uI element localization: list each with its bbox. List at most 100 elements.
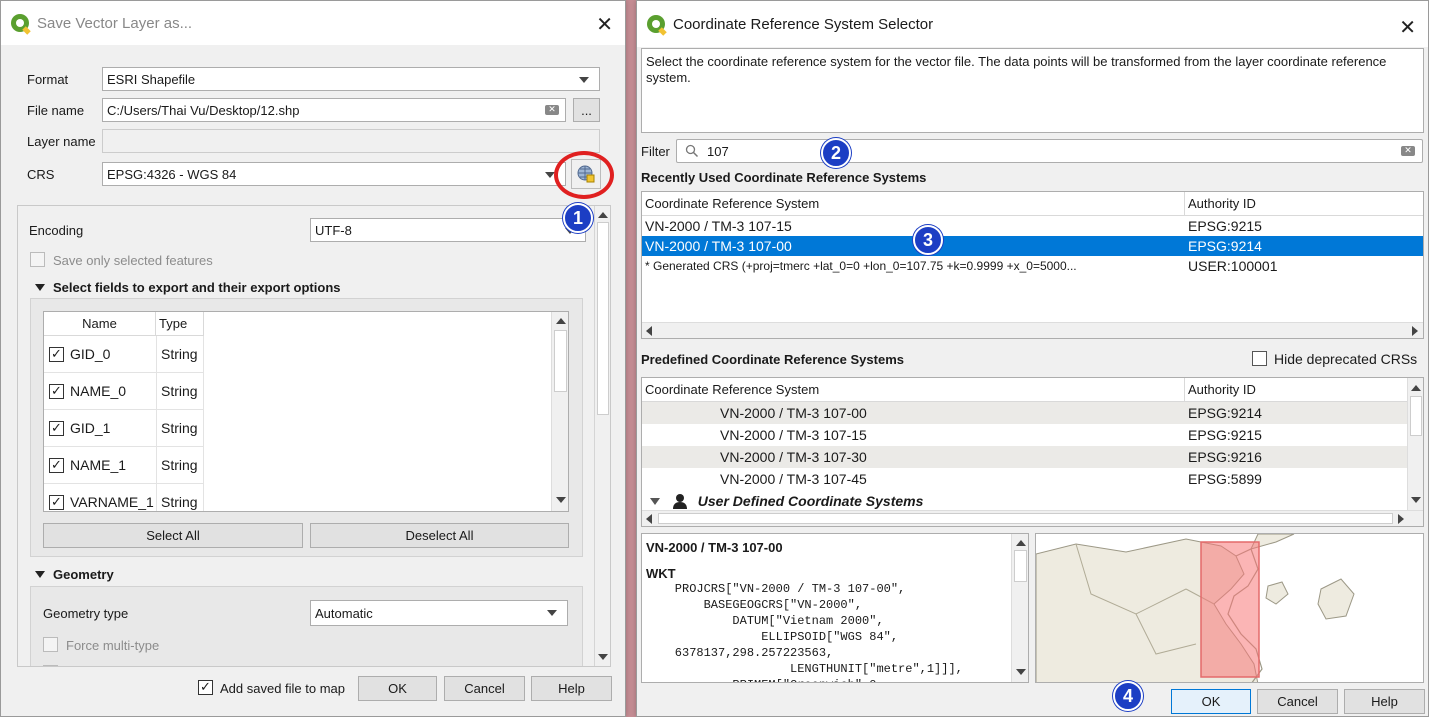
predefined-crs-row[interactable]: VN-2000 / TM-3 107-00 EPSG:9214 [642, 402, 1407, 424]
scroll-thumb[interactable] [554, 330, 567, 392]
user-defined-group-cell: User Defined Coordinate Systems [650, 490, 923, 512]
recent-header-crs[interactable]: Coordinate Reference System [642, 192, 1185, 216]
force-multi-checkbox[interactable] [43, 637, 58, 652]
field-type: String [156, 484, 204, 511]
wkt-scrollbar[interactable] [1011, 534, 1028, 682]
save-cancel-button[interactable]: Cancel [444, 676, 525, 701]
scroll-left-icon[interactable] [646, 514, 652, 524]
field-row[interactable]: ✓ GID_0 String [44, 336, 204, 373]
browse-button[interactable]: ... [573, 98, 600, 122]
clear-filter-icon[interactable]: ✕ [1401, 146, 1415, 156]
field-type: String [156, 373, 204, 410]
predefined-hscrollbar[interactable] [642, 510, 1423, 526]
scroll-right-icon[interactable] [1412, 326, 1418, 336]
format-value: ESRI Shapefile [107, 71, 196, 87]
crs-extent-map[interactable] [1035, 533, 1424, 683]
format-select[interactable]: ESRI Shapefile [102, 67, 600, 91]
predefined-table-header: Coordinate Reference System Authority ID [642, 378, 1423, 402]
scroll-left-icon[interactable] [646, 326, 652, 336]
crs-select[interactable]: EPSG:4326 - WGS 84 [102, 162, 566, 186]
field-name: NAME_0 [70, 383, 127, 399]
field-checkbox[interactable]: ✓ [49, 347, 64, 362]
save-help-button[interactable]: Help [531, 676, 612, 701]
clear-filename-icon[interactable]: ✕ [545, 105, 559, 115]
save-dialog-close-icon[interactable]: ✕ [596, 12, 613, 36]
scroll-up-icon[interactable] [598, 212, 608, 218]
fields-table-header: Name Type [44, 312, 204, 336]
crs-cancel-button[interactable]: Cancel [1257, 689, 1338, 714]
save-ok-button[interactable]: OK [358, 676, 437, 701]
scroll-thumb[interactable] [597, 222, 609, 415]
recent-crs-row[interactable]: VN-2000 / TM-3 107-00 EPSG:9214 [642, 236, 1423, 256]
scroll-down-icon[interactable] [556, 497, 566, 503]
scroll-thumb[interactable] [658, 513, 1393, 524]
deselect-all-button[interactable]: Deselect All [310, 523, 569, 548]
scroll-up-icon[interactable] [556, 318, 566, 324]
format-label: Format [27, 72, 69, 87]
scroll-down-icon[interactable] [1016, 669, 1026, 675]
scroll-right-icon[interactable] [1398, 514, 1404, 524]
recent-crs-name: VN-2000 / TM-3 107-00 [645, 238, 792, 254]
predefined-crs-row[interactable]: VN-2000 / TM-3 107-15 EPSG:9215 [642, 424, 1407, 446]
field-row[interactable]: ✓ NAME_1 String [44, 447, 204, 484]
scroll-thumb[interactable] [1014, 550, 1027, 582]
wkt-line: LENGTHUNIT["metre",1]]], [646, 662, 963, 676]
options-scrollbar[interactable] [594, 206, 610, 666]
scroll-down-icon[interactable] [1411, 497, 1421, 503]
scroll-thumb[interactable] [1410, 396, 1422, 436]
filename-value: C:/Users/Thai Vu/Desktop/12.shp [107, 102, 300, 118]
fields-group: Name Type ✓ GID_0 String ✓ NAME_0 String ✓ GID_… [30, 298, 583, 557]
predefined-header-auth[interactable]: Authority ID [1185, 378, 1407, 402]
field-checkbox[interactable]: ✓ [49, 421, 64, 436]
recent-hscrollbar[interactable] [642, 322, 1423, 338]
predefined-crs-name: VN-2000 / TM-3 107-15 [720, 427, 867, 443]
scroll-down-icon[interactable] [598, 654, 608, 660]
fields-section-title: Select fields to export and their export… [53, 280, 341, 295]
recent-crs-auth: USER:100001 [1188, 258, 1278, 274]
hide-deprecated-checkbox[interactable] [1252, 351, 1267, 366]
filter-value: 107 [707, 143, 729, 159]
predefined-vscrollbar[interactable] [1407, 378, 1423, 510]
predefined-crs-name: VN-2000 / TM-3 107-30 [720, 449, 867, 465]
field-row[interactable]: ✓ VARNAME_1 String [44, 484, 204, 511]
crs-dialog-close-icon[interactable]: ✕ [1399, 15, 1416, 39]
fields-header-name[interactable]: Name [44, 312, 156, 336]
include-z-checkbox[interactable] [43, 665, 58, 666]
predefined-crs-name: VN-2000 / TM-3 107-00 [720, 405, 867, 421]
predefined-crs-row[interactable]: VN-2000 / TM-3 107-30 EPSG:9216 [642, 446, 1407, 468]
field-row[interactable]: ✓ NAME_0 String [44, 373, 204, 410]
predefined-header-crs[interactable]: Coordinate Reference System [642, 378, 1185, 402]
crs-help-button[interactable]: Help [1344, 689, 1425, 714]
select-all-button[interactable]: Select All [43, 523, 303, 548]
filter-input[interactable]: 107 ✕ [676, 139, 1423, 163]
field-row[interactable]: ✓ GID_1 String [44, 410, 204, 447]
recent-crs-row[interactable]: * Generated CRS (+proj=tmerc +lat_0=0 +l… [642, 256, 1423, 276]
add-to-map-checkbox[interactable]: ✓ [198, 680, 213, 695]
wkt-line: PRIMEM["Greenwich",0, [646, 677, 963, 682]
fields-section-header[interactable]: Select fields to export and their export… [35, 280, 341, 295]
field-checkbox[interactable]: ✓ [49, 495, 64, 510]
crs-ok-button[interactable]: OK [1171, 689, 1251, 714]
collapse-triangle-icon [650, 498, 660, 505]
filename-input[interactable]: C:/Users/Thai Vu/Desktop/12.shp ✕ [102, 98, 566, 122]
qgis-logo-icon [11, 14, 29, 32]
geometry-type-select[interactable]: Automatic [310, 600, 568, 626]
crs-value: EPSG:4326 - WGS 84 [107, 166, 237, 182]
crs-selector-dialog: Coordinate Reference System Selector ✕ S… [636, 0, 1429, 717]
fields-header-type[interactable]: Type [156, 312, 202, 336]
field-checkbox[interactable]: ✓ [49, 384, 64, 399]
fields-table-scrollbar[interactable] [551, 312, 568, 511]
scroll-up-icon[interactable] [1016, 540, 1026, 546]
luzon-island [1317, 578, 1355, 620]
encoding-select[interactable]: UTF-8 [310, 218, 586, 242]
scroll-up-icon[interactable] [1411, 385, 1421, 391]
user-defined-group-row[interactable]: User Defined Coordinate Systems [642, 490, 1407, 512]
predefined-crs-row[interactable]: VN-2000 / TM-3 107-45 EPSG:5899 [642, 468, 1407, 490]
recent-crs-row[interactable]: VN-2000 / TM-3 107-15 EPSG:9215 [642, 216, 1423, 236]
geometry-section-header[interactable]: Geometry [35, 567, 114, 582]
field-name: NAME_1 [70, 457, 127, 473]
selected-only-checkbox[interactable] [30, 252, 45, 267]
recent-header-auth[interactable]: Authority ID [1185, 192, 1423, 216]
extent-map-svg [1036, 534, 1355, 682]
field-checkbox[interactable]: ✓ [49, 458, 64, 473]
